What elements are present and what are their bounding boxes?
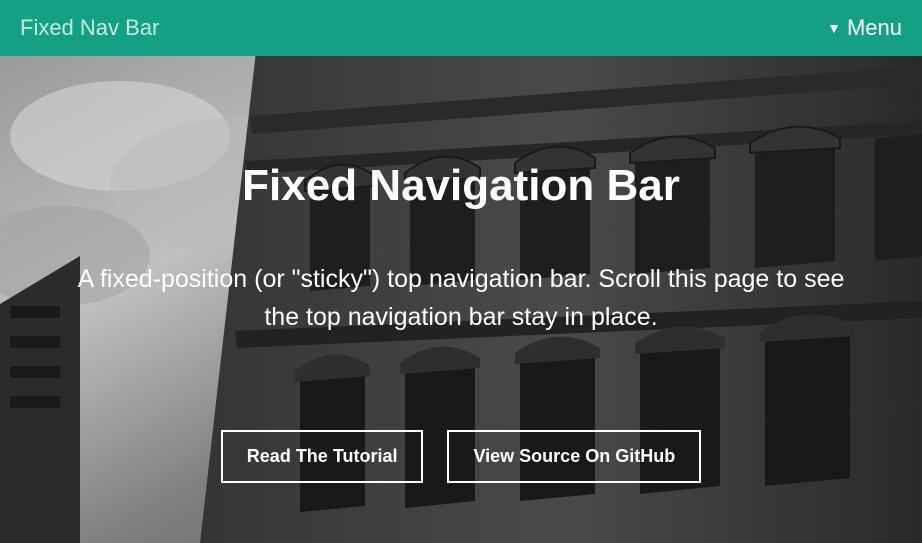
hero-title: Fixed Navigation Bar (242, 161, 680, 211)
menu-label: Menu (847, 15, 902, 41)
chevron-down-icon: ▼ (827, 20, 841, 36)
view-source-button[interactable]: View Source On GitHub (447, 430, 701, 483)
hero-section: Fixed Navigation Bar A fixed-position (o… (0, 56, 922, 543)
button-row: Read The Tutorial View Source On GitHub (221, 430, 701, 483)
navbar: Fixed Nav Bar ▼ Menu (0, 0, 922, 56)
nav-brand[interactable]: Fixed Nav Bar (20, 15, 159, 41)
read-tutorial-button[interactable]: Read The Tutorial (221, 430, 424, 483)
hero-content: Fixed Navigation Bar A fixed-position (o… (40, 96, 882, 503)
menu-button[interactable]: ▼ Menu (827, 15, 902, 41)
hero-text-group: Fixed Navigation Bar A fixed-position (o… (71, 161, 851, 336)
hero-subtitle: A fixed-position (or "sticky") top navig… (71, 261, 851, 336)
